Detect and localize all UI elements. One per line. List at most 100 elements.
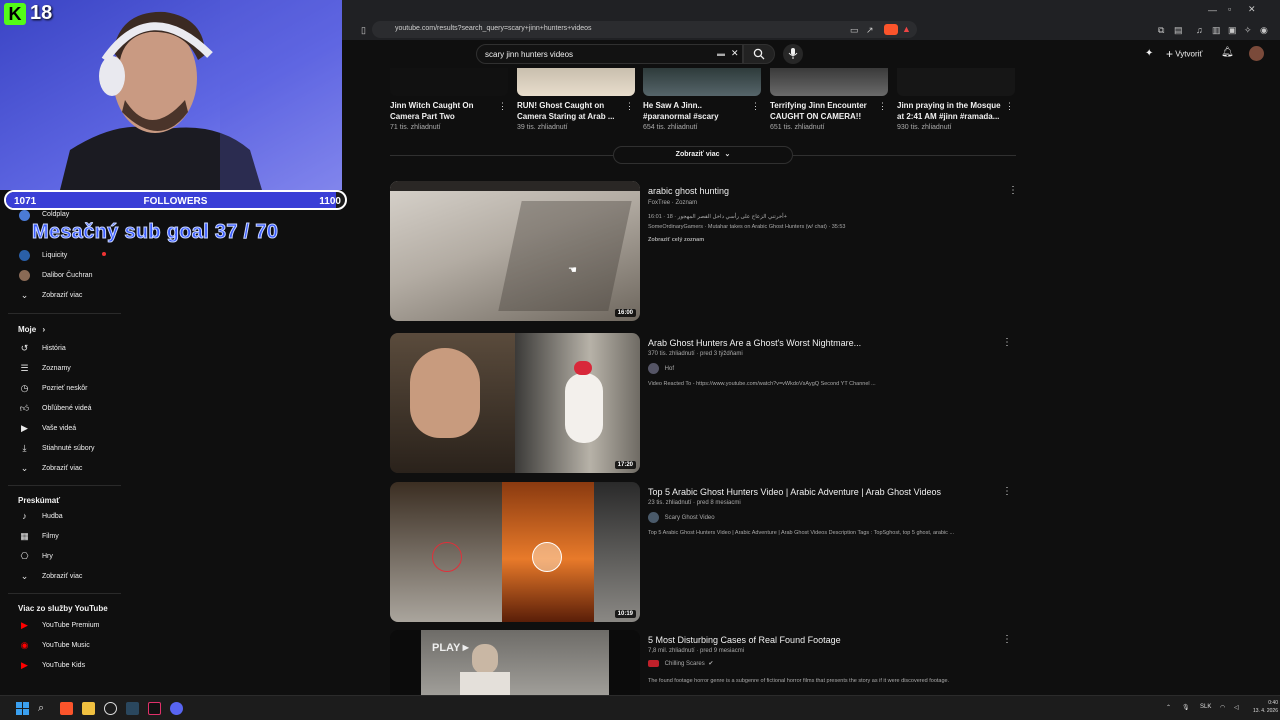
- bookmark-icon[interactable]: ▯: [361, 25, 366, 35]
- brave-shield-icon[interactable]: [884, 24, 898, 35]
- wallet-icon[interactable]: ▣: [1228, 25, 1237, 35]
- video-result[interactable]: 10:19 Top 5 Arabic Ghost Hunters Video |…: [390, 482, 1016, 622]
- windows-start-icon[interactable]: [16, 702, 29, 715]
- language-indicator[interactable]: SLK: [1200, 704, 1211, 710]
- channel-link[interactable]: Scary Ghost Video: [648, 512, 715, 523]
- short-title[interactable]: Terrifying Jinn Encounter CAUGHT ON CAME…: [770, 100, 876, 122]
- obs-icon[interactable]: [104, 702, 117, 715]
- short-card[interactable]: He Saw A Jinn.. #paranormal #scary 654 t…: [643, 68, 761, 131]
- short-thumbnail[interactable]: [643, 68, 761, 96]
- more-vert-icon[interactable]: ⋮: [1002, 337, 1012, 348]
- short-card[interactable]: Jinn Witch Caught On Camera Part Two 71 …: [390, 68, 508, 131]
- short-thumbnail[interactable]: [517, 68, 635, 96]
- keyboard-icon[interactable]: ▬: [717, 49, 725, 58]
- sidebar-item-downloads[interactable]: ⤓ Stiahnuté súbory: [0, 439, 123, 459]
- more-vert-icon[interactable]: ⋮: [1002, 634, 1012, 645]
- video-title[interactable]: arabic ghost hunting: [648, 186, 729, 196]
- short-thumbnail[interactable]: [770, 68, 888, 96]
- sidebar-item-games[interactable]: ⎔ Hry: [0, 547, 123, 567]
- sidebar-you-header[interactable]: Moje ›: [18, 325, 45, 334]
- wifi-icon[interactable]: ◠: [1220, 704, 1225, 711]
- sidebar-item-premium[interactable]: ▶ YouTube Premium: [0, 616, 123, 636]
- search-icon[interactable]: ⌕: [38, 702, 51, 715]
- create-button[interactable]: + Vytvoriť: [1166, 47, 1202, 61]
- sidebar-item-music[interactable]: ♪ Hudba: [0, 507, 123, 527]
- voice-search-button[interactable]: [783, 44, 803, 64]
- more-vert-icon[interactable]: ⋮: [878, 101, 887, 112]
- more-vert-icon[interactable]: ⋮: [1002, 486, 1012, 497]
- short-card[interactable]: RUN! Ghost Caught on Camera Staring at A…: [517, 68, 635, 131]
- video-result[interactable]: 16:00 arabic ghost hunting FoxTree · Zoz…: [390, 181, 1018, 321]
- search-input[interactable]: scary jinn hunters videos ▬ ✕: [476, 44, 743, 64]
- sidebar-item-show-more-you[interactable]: ⌄ Zobraziť viac: [0, 459, 123, 479]
- search-button[interactable]: [743, 44, 775, 64]
- microphone-tray-icon[interactable]: 🎙︎: [1182, 704, 1190, 711]
- more-vert-icon[interactable]: ⋮: [1005, 101, 1014, 112]
- sidebar-item-playlists[interactable]: ☰ Zoznamy: [0, 359, 123, 379]
- sidebar-item-liked[interactable]: 👍︎ Obľúbené videá: [0, 399, 123, 419]
- more-vert-icon[interactable]: ⋮: [751, 101, 760, 112]
- sidebar-item-history[interactable]: ↺ História: [0, 339, 123, 359]
- file-explorer-icon[interactable]: [82, 702, 95, 715]
- rewards-icon[interactable]: ▲: [902, 24, 911, 34]
- more-vert-icon[interactable]: ⋮: [498, 101, 507, 112]
- video-thumbnail[interactable]: 16:00: [390, 181, 640, 321]
- channel-link[interactable]: Hof: [648, 363, 674, 374]
- close-icon[interactable]: ✕: [1248, 4, 1256, 14]
- share-icon[interactable]: ↗: [866, 25, 874, 35]
- video-title[interactable]: 5 Most Disturbing Cases of Real Found Fo…: [648, 635, 841, 645]
- short-title[interactable]: He Saw A Jinn.. #paranormal #scary: [643, 100, 749, 122]
- profile-icon[interactable]: ◉: [1260, 25, 1268, 35]
- notifications-bell-icon[interactable]: 🔔︎: [1221, 47, 1234, 58]
- video-thumbnail[interactable]: PLAY►: [390, 630, 640, 695]
- view-full-playlist-link[interactable]: Zobraziť celý zoznam: [648, 237, 704, 243]
- tray-overflow-icon[interactable]: ⌃: [1166, 704, 1171, 711]
- short-card[interactable]: Terrifying Jinn Encounter CAUGHT ON CAME…: [770, 68, 888, 131]
- volume-icon[interactable]: ◁: [1234, 704, 1239, 711]
- sidebar-item-show-more-subs[interactable]: ⌄ Zobraziť viac: [0, 286, 123, 306]
- clock[interactable]: 0:40 13. 4. 2026: [1246, 699, 1278, 715]
- short-title[interactable]: Jinn praying in the Mosque at 2:41 AM #j…: [897, 100, 1003, 122]
- short-title[interactable]: Jinn Witch Caught On Camera Part Two: [390, 100, 496, 122]
- screen-cast-icon[interactable]: ▭: [850, 25, 859, 35]
- short-thumbnail[interactable]: [897, 68, 1015, 96]
- video-title[interactable]: Top 5 Arabic Ghost Hunters Video | Arabi…: [648, 487, 941, 497]
- brave-browser-icon[interactable]: [60, 702, 73, 715]
- sidebar-item-music-app[interactable]: ◉ YouTube Music: [0, 636, 123, 656]
- more-vert-icon[interactable]: ⋮: [625, 101, 634, 112]
- show-more-shorts-button[interactable]: Zobraziť viac ⌄: [613, 146, 793, 164]
- short-thumbnail[interactable]: [390, 68, 508, 96]
- tiktok-icon[interactable]: [148, 702, 161, 715]
- extensions-icon[interactable]: ⧉: [1158, 25, 1164, 35]
- sidebar-item-your-videos[interactable]: ▶ Vaše videá: [0, 419, 123, 439]
- url-bar[interactable]: youtube.com/results?search_query=scary+j…: [372, 21, 917, 38]
- more-vert-icon[interactable]: ⋮: [1008, 185, 1018, 196]
- video-result[interactable]: 17:20 Arab Ghost Hunters Are a Ghost's W…: [390, 333, 1016, 473]
- sidebar-item-liquicity[interactable]: Liquicity: [0, 246, 123, 266]
- reading-list-icon[interactable]: ▥: [1212, 25, 1221, 35]
- channel-link[interactable]: Chilling Scares ✔: [648, 660, 713, 667]
- video-thumbnail[interactable]: 10:19: [390, 482, 640, 622]
- short-title[interactable]: RUN! Ghost Caught on Camera Staring at A…: [517, 100, 623, 122]
- sidebar-item-dalibor[interactable]: Dalibor Čuchran: [0, 266, 123, 286]
- video-title[interactable]: Arab Ghost Hunters Are a Ghost's Worst N…: [648, 338, 861, 348]
- cast-icon[interactable]: ✦: [1145, 48, 1153, 59]
- account-avatar[interactable]: [1249, 46, 1264, 61]
- clear-search-icon[interactable]: ✕: [731, 48, 739, 59]
- playlist-item[interactable]: SomeOrdinaryGamers · Mutahar takes on Ar…: [648, 224, 845, 230]
- video-result[interactable]: PLAY► 5 Most Disturbing Cases of Real Fo…: [390, 630, 1016, 695]
- sidebar-toggle-icon[interactable]: ▤: [1174, 25, 1183, 35]
- minimize-icon[interactable]: —: [1208, 5, 1217, 15]
- maximize-icon[interactable]: ▫: [1228, 4, 1231, 14]
- playlist-item[interactable]: 16:01 · أخرتني الزعاح على رأسي داخل القص…: [648, 214, 787, 220]
- video-thumbnail[interactable]: 17:20: [390, 333, 640, 473]
- sidebar-item-show-more-explore[interactable]: ⌄ Zobraziť viac: [0, 567, 123, 587]
- discord-icon[interactable]: [170, 702, 183, 715]
- short-card[interactable]: Jinn praying in the Mosque at 2:41 AM #j…: [897, 68, 1015, 131]
- sidebar-item-kids[interactable]: ▶ YouTube Kids: [0, 656, 123, 676]
- sidebar-item-movies[interactable]: ▦ Filmy: [0, 527, 123, 547]
- music-icon[interactable]: ♫: [1196, 25, 1203, 35]
- sidebar-item-watch-later[interactable]: ◷ Pozrieť neskôr: [0, 379, 123, 399]
- leo-icon[interactable]: ✧: [1244, 25, 1252, 35]
- steam-icon[interactable]: [126, 702, 139, 715]
